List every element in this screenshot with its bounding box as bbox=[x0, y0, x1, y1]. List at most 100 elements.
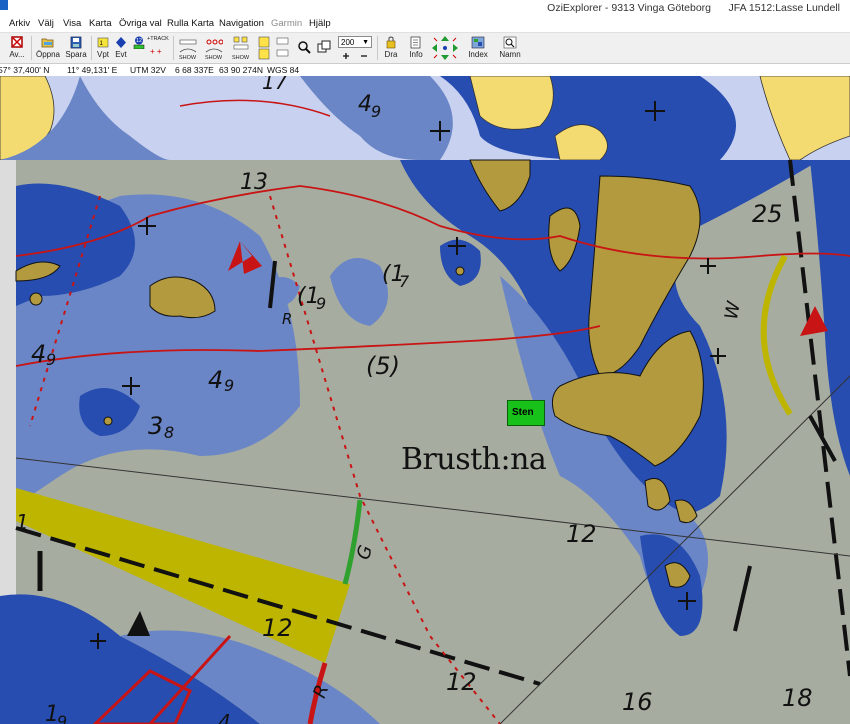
depth-label: 9 bbox=[46, 350, 57, 369]
map-canvas[interactable]: 17 4 9 13 (1 9 (1 7 (5) 4 9 4 9 3 8 25 1… bbox=[0, 76, 850, 724]
show-tracks-icon bbox=[233, 36, 249, 50]
depth-label: 7 bbox=[399, 272, 410, 291]
depth-label: 9 bbox=[224, 376, 235, 395]
depth-label: 9 bbox=[316, 294, 327, 313]
waypoint-count: 12 bbox=[136, 38, 143, 44]
menu-rulla-karta[interactable]: Rulla Karta bbox=[167, 18, 214, 29]
show-route-icon bbox=[179, 39, 197, 53]
name-search-label: Namn bbox=[499, 50, 521, 59]
magnifier-icon bbox=[298, 41, 311, 54]
info-button[interactable]: Info bbox=[405, 33, 427, 63]
depth-label: 12 bbox=[262, 614, 293, 642]
copy-button[interactable] bbox=[315, 33, 333, 63]
event-label: Evt bbox=[115, 50, 127, 59]
save-icon bbox=[70, 36, 82, 49]
waypoint-label: Vpt bbox=[96, 50, 109, 59]
menu-karta[interactable]: Karta bbox=[89, 18, 112, 29]
nautical-chart bbox=[0, 76, 850, 724]
northing-readout: 63 90 274N bbox=[219, 65, 263, 75]
datum-readout: WGS 84 bbox=[267, 65, 300, 75]
toolbar-separator bbox=[91, 36, 92, 60]
coordinate-status-bar: 57° 37,400' N 11° 49,131' E UTM 32V 6 68… bbox=[0, 63, 850, 77]
sector-letter: R bbox=[282, 310, 293, 328]
longitude-readout: 11° 49,131' E bbox=[67, 65, 118, 75]
name-search-icon bbox=[503, 36, 517, 49]
drag-icon bbox=[386, 36, 396, 49]
waypoint-icon: 1 bbox=[97, 37, 109, 48]
name-search-button[interactable]: Namn bbox=[497, 33, 523, 63]
waypoint-marker[interactable]: Sten bbox=[507, 400, 545, 426]
depth-label: 8 bbox=[164, 423, 175, 442]
magnifier-button[interactable] bbox=[296, 33, 312, 63]
depth-label: 4 bbox=[358, 92, 372, 117]
open-label: Öppna bbox=[35, 50, 61, 59]
latitude-readout: 57° 37,400' N bbox=[0, 65, 50, 75]
chevron-down-icon: ▼ bbox=[362, 39, 369, 46]
sector-letter: W bbox=[721, 299, 745, 322]
depth-label: 13 bbox=[240, 170, 268, 195]
save-label: Spara bbox=[65, 50, 87, 59]
show-tracks-button[interactable]: SHOW bbox=[229, 33, 253, 63]
depth-label: 4 bbox=[208, 366, 224, 394]
depth-label: 12 bbox=[446, 668, 477, 696]
route-button[interactable]: 12 bbox=[131, 33, 147, 63]
zoom-value: 200 bbox=[341, 38, 355, 47]
layers-button[interactable]: Av... bbox=[6, 33, 28, 63]
track-button[interactable]: +TRACK + + bbox=[147, 33, 171, 63]
info-label: Info bbox=[409, 50, 423, 59]
waypoint-marker-label: Sten bbox=[512, 407, 534, 418]
index-button[interactable]: Index bbox=[465, 33, 491, 63]
menu-ovriga-val[interactable]: Övriga val bbox=[119, 18, 162, 29]
show-waypoints-icon bbox=[205, 39, 223, 53]
depth-label: 1 bbox=[16, 510, 29, 534]
depth-label: 4 bbox=[31, 340, 47, 368]
zoom-in-icon bbox=[258, 36, 270, 60]
waypoint-button[interactable]: 1 Vpt bbox=[94, 33, 112, 63]
track-icon: + + bbox=[150, 47, 162, 56]
info-icon bbox=[410, 36, 421, 49]
toolbar-separator bbox=[173, 36, 174, 60]
open-button[interactable]: Öppna bbox=[35, 33, 61, 63]
zoom-in-button[interactable] bbox=[256, 33, 274, 63]
depth-label: (5) bbox=[366, 352, 400, 380]
zoom-stepper[interactable] bbox=[341, 51, 373, 61]
menu-arkiv[interactable]: Arkiv bbox=[9, 18, 30, 29]
show-route-button[interactable]: SHOW bbox=[176, 33, 200, 63]
menu-garmin: Garmin bbox=[271, 18, 303, 29]
toolbar-separator bbox=[377, 36, 378, 60]
index-icon bbox=[471, 36, 485, 49]
menu-hjalp[interactable]: Hjälp bbox=[309, 18, 331, 29]
menu-bar: Arkiv Välj Visa Karta Övriga val Rulla K… bbox=[0, 17, 850, 32]
depth-label: 17 bbox=[262, 76, 288, 94]
menu-navigation[interactable]: Navigation bbox=[219, 18, 264, 29]
show-route-label: SHOW bbox=[179, 55, 197, 61]
zoom-select[interactable]: 200 ▼ bbox=[338, 36, 372, 48]
land-rock bbox=[103, 416, 113, 426]
menu-visa[interactable]: Visa bbox=[63, 18, 81, 29]
depth-label: 18 bbox=[782, 684, 813, 712]
track-label: +TRACK bbox=[147, 36, 169, 42]
pan-arrows-icon bbox=[432, 36, 458, 60]
pan-arrows-button[interactable] bbox=[430, 33, 460, 63]
window-title: OziExplorer - 9313 Vinga Göteborg JFA 15… bbox=[547, 2, 840, 14]
easting-readout: 6 68 337E bbox=[175, 65, 214, 75]
toolbar: Av... Öppna Spara 1 Vpt Evt 12 +TRACK + … bbox=[0, 32, 850, 64]
event-button[interactable]: Evt bbox=[112, 33, 130, 63]
copy-icon bbox=[317, 40, 331, 53]
toolbar-separator bbox=[31, 36, 32, 60]
open-folder-icon bbox=[41, 38, 54, 48]
svg-text:+ +: + + bbox=[150, 47, 162, 56]
depth-label: 4 bbox=[218, 710, 231, 724]
event-icon bbox=[116, 37, 126, 48]
depth-label: 16 bbox=[622, 688, 653, 716]
land-rock bbox=[29, 292, 43, 306]
show-tracks-label: SHOW bbox=[232, 55, 250, 61]
title-bar: OziExplorer - 9313 Vinga Göteborg JFA 15… bbox=[0, 0, 850, 18]
save-button[interactable]: Spara bbox=[63, 33, 89, 63]
drag-button[interactable]: Dra bbox=[380, 33, 402, 63]
index-label: Index bbox=[468, 50, 488, 59]
menu-valj[interactable]: Välj bbox=[38, 18, 54, 29]
layers-label: Av... bbox=[9, 50, 25, 59]
show-waypoints-button[interactable]: SHOW bbox=[202, 33, 226, 63]
zoom-out-button[interactable] bbox=[275, 33, 291, 63]
